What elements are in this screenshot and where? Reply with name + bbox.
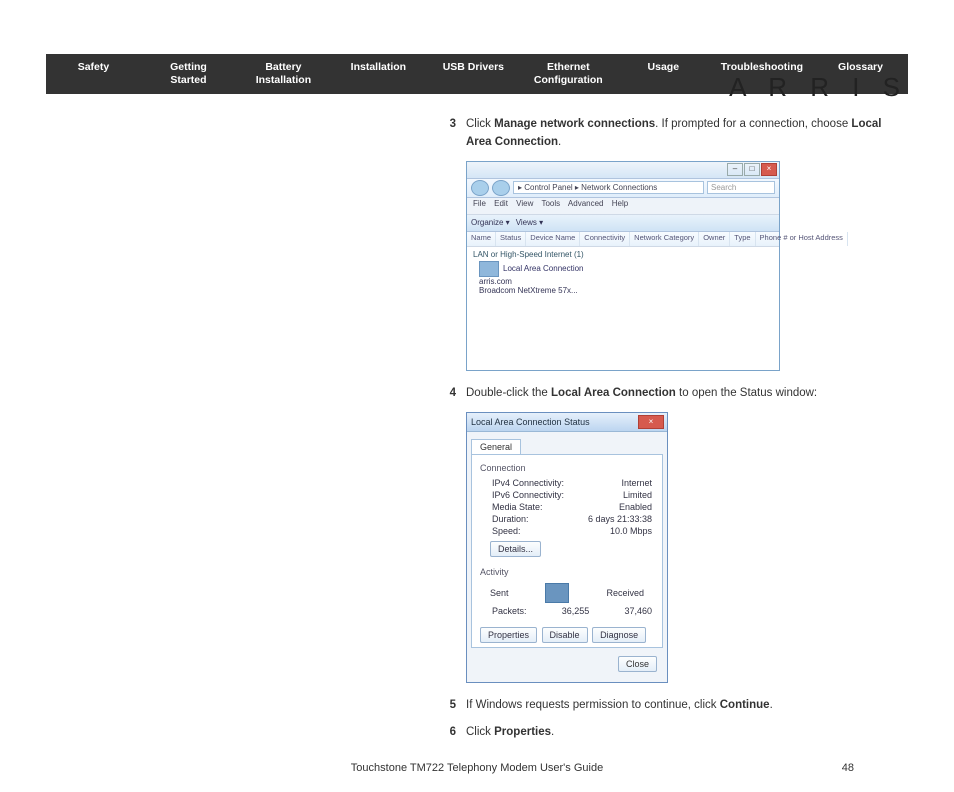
breadcrumb-path[interactable]: ▸ Control Panel ▸ Network Connections xyxy=(513,181,704,194)
col-phone[interactable]: Phone # or Host Address xyxy=(756,232,848,246)
step-text: If Windows requests permission to contin… xyxy=(466,697,908,714)
page-number: 48 xyxy=(842,762,854,774)
item-label: Local Area Connection xyxy=(503,264,584,273)
instruction-body: 3 Click Manage network connections. If p… xyxy=(438,116,908,751)
col-category[interactable]: Network Category xyxy=(630,232,699,246)
brand-logo: A R R I S xyxy=(729,72,908,103)
tab-panel: Connection IPv4 Connectivity:Internet IP… xyxy=(471,454,663,648)
col-connectivity[interactable]: Connectivity xyxy=(580,232,630,246)
menu-view[interactable]: View xyxy=(516,199,533,208)
dialog-titlebar: Local Area Connection Status × xyxy=(467,413,667,432)
nav-installation[interactable]: Installation xyxy=(331,54,426,94)
menu-file[interactable]: File xyxy=(473,199,486,208)
row-ipv4: IPv4 Connectivity:Internet xyxy=(480,477,654,489)
tab-general[interactable]: General xyxy=(471,439,521,454)
nav-usage[interactable]: Usage xyxy=(616,54,711,94)
col-type[interactable]: Type xyxy=(730,232,755,246)
minimize-icon[interactable]: – xyxy=(727,163,743,176)
step-number: 3 xyxy=(438,116,456,151)
step-3: 3 Click Manage network connections. If p… xyxy=(438,116,908,151)
row-media: Media State:Enabled xyxy=(480,501,654,513)
col-device[interactable]: Device Name xyxy=(526,232,580,246)
step-text: Click Manage network connections. If pro… xyxy=(466,116,908,151)
nav-getting-started[interactable]: Getting Started xyxy=(141,54,236,94)
forward-icon[interactable] xyxy=(492,180,510,196)
close-button[interactable]: Close xyxy=(618,656,657,672)
close-icon[interactable]: × xyxy=(638,415,664,429)
menu-tools[interactable]: Tools xyxy=(541,199,560,208)
step-5: 5 If Windows requests permission to cont… xyxy=(438,697,908,714)
footer-title: Touchstone TM722 Telephony Modem User's … xyxy=(351,762,603,774)
row-packets: Packets: 36,255 37,460 xyxy=(480,605,654,617)
column-headers: Name Status Device Name Connectivity Net… xyxy=(467,232,779,247)
step-text: Click Properties. xyxy=(466,724,908,741)
figure-lac-status: Local Area Connection Status × General C… xyxy=(466,412,908,683)
section-activity: Activity xyxy=(480,567,654,577)
col-status[interactable]: Status xyxy=(496,232,526,246)
col-name[interactable]: Name xyxy=(467,232,496,246)
window-network-connections: – □ × ▸ Control Panel ▸ Network Connecti… xyxy=(466,161,780,371)
page-footer: Touchstone TM722 Telephony Modem User's … xyxy=(0,762,954,774)
nav-safety[interactable]: Safety xyxy=(46,54,141,94)
back-icon[interactable] xyxy=(471,180,489,196)
row-duration: Duration:6 days 21:33:38 xyxy=(480,513,654,525)
item-subtext: arris.com xyxy=(479,277,773,286)
computer-icon xyxy=(545,583,569,603)
step-number: 4 xyxy=(438,385,456,402)
step-6: 6 Click Properties. xyxy=(438,724,908,741)
nav-usb-drivers[interactable]: USB Drivers xyxy=(426,54,521,94)
row-ipv6: IPv6 Connectivity:Limited xyxy=(480,489,654,501)
figure-network-connections: – □ × ▸ Control Panel ▸ Network Connecti… xyxy=(466,161,908,371)
toolbar-organize[interactable]: Organize ▾ xyxy=(471,218,510,227)
maximize-icon[interactable]: □ xyxy=(744,163,760,176)
details-button[interactable]: Details... xyxy=(490,541,541,557)
activity-header: Sent Received xyxy=(480,581,654,605)
toolbar-views[interactable]: Views ▾ xyxy=(516,218,543,227)
toolbar: Organize ▾ Views ▾ xyxy=(467,215,779,232)
menu-help[interactable]: Help xyxy=(612,199,628,208)
nav-ethernet-config[interactable]: Ethernet Configuration xyxy=(521,54,616,94)
step-number: 5 xyxy=(438,697,456,714)
group-header: LAN or High-Speed Internet (1) xyxy=(473,250,773,259)
list-body: LAN or High-Speed Internet (1) Local Are… xyxy=(467,247,779,298)
menu-bar: File Edit View Tools Advanced Help xyxy=(467,198,779,215)
row-speed: Speed:10.0 Mbps xyxy=(480,525,654,537)
close-icon[interactable]: × xyxy=(761,163,777,176)
diagnose-button[interactable]: Diagnose xyxy=(592,627,646,643)
item-subtext: Broadcom NetXtreme 57x... xyxy=(479,286,773,295)
list-item-lac[interactable]: Local Area Connection xyxy=(479,261,773,277)
menu-advanced[interactable]: Advanced xyxy=(568,199,604,208)
search-input[interactable]: Search xyxy=(707,181,775,194)
dialog-lac-status: Local Area Connection Status × General C… xyxy=(466,412,668,683)
section-connection: Connection xyxy=(480,463,654,473)
window-titlebar: – □ × xyxy=(467,162,779,179)
dialog-title: Local Area Connection Status xyxy=(471,417,590,427)
nav-battery-installation[interactable]: Battery Installation xyxy=(236,54,331,94)
step-4: 4 Double-click the Local Area Connection… xyxy=(438,385,908,402)
address-bar: ▸ Control Panel ▸ Network Connections Se… xyxy=(467,179,779,198)
disable-button[interactable]: Disable xyxy=(542,627,588,643)
step-text: Double-click the Local Area Connection t… xyxy=(466,385,908,402)
menu-edit[interactable]: Edit xyxy=(494,199,508,208)
step-number: 6 xyxy=(438,724,456,741)
network-icon xyxy=(479,261,499,277)
properties-button[interactable]: Properties xyxy=(480,627,537,643)
col-owner[interactable]: Owner xyxy=(699,232,730,246)
